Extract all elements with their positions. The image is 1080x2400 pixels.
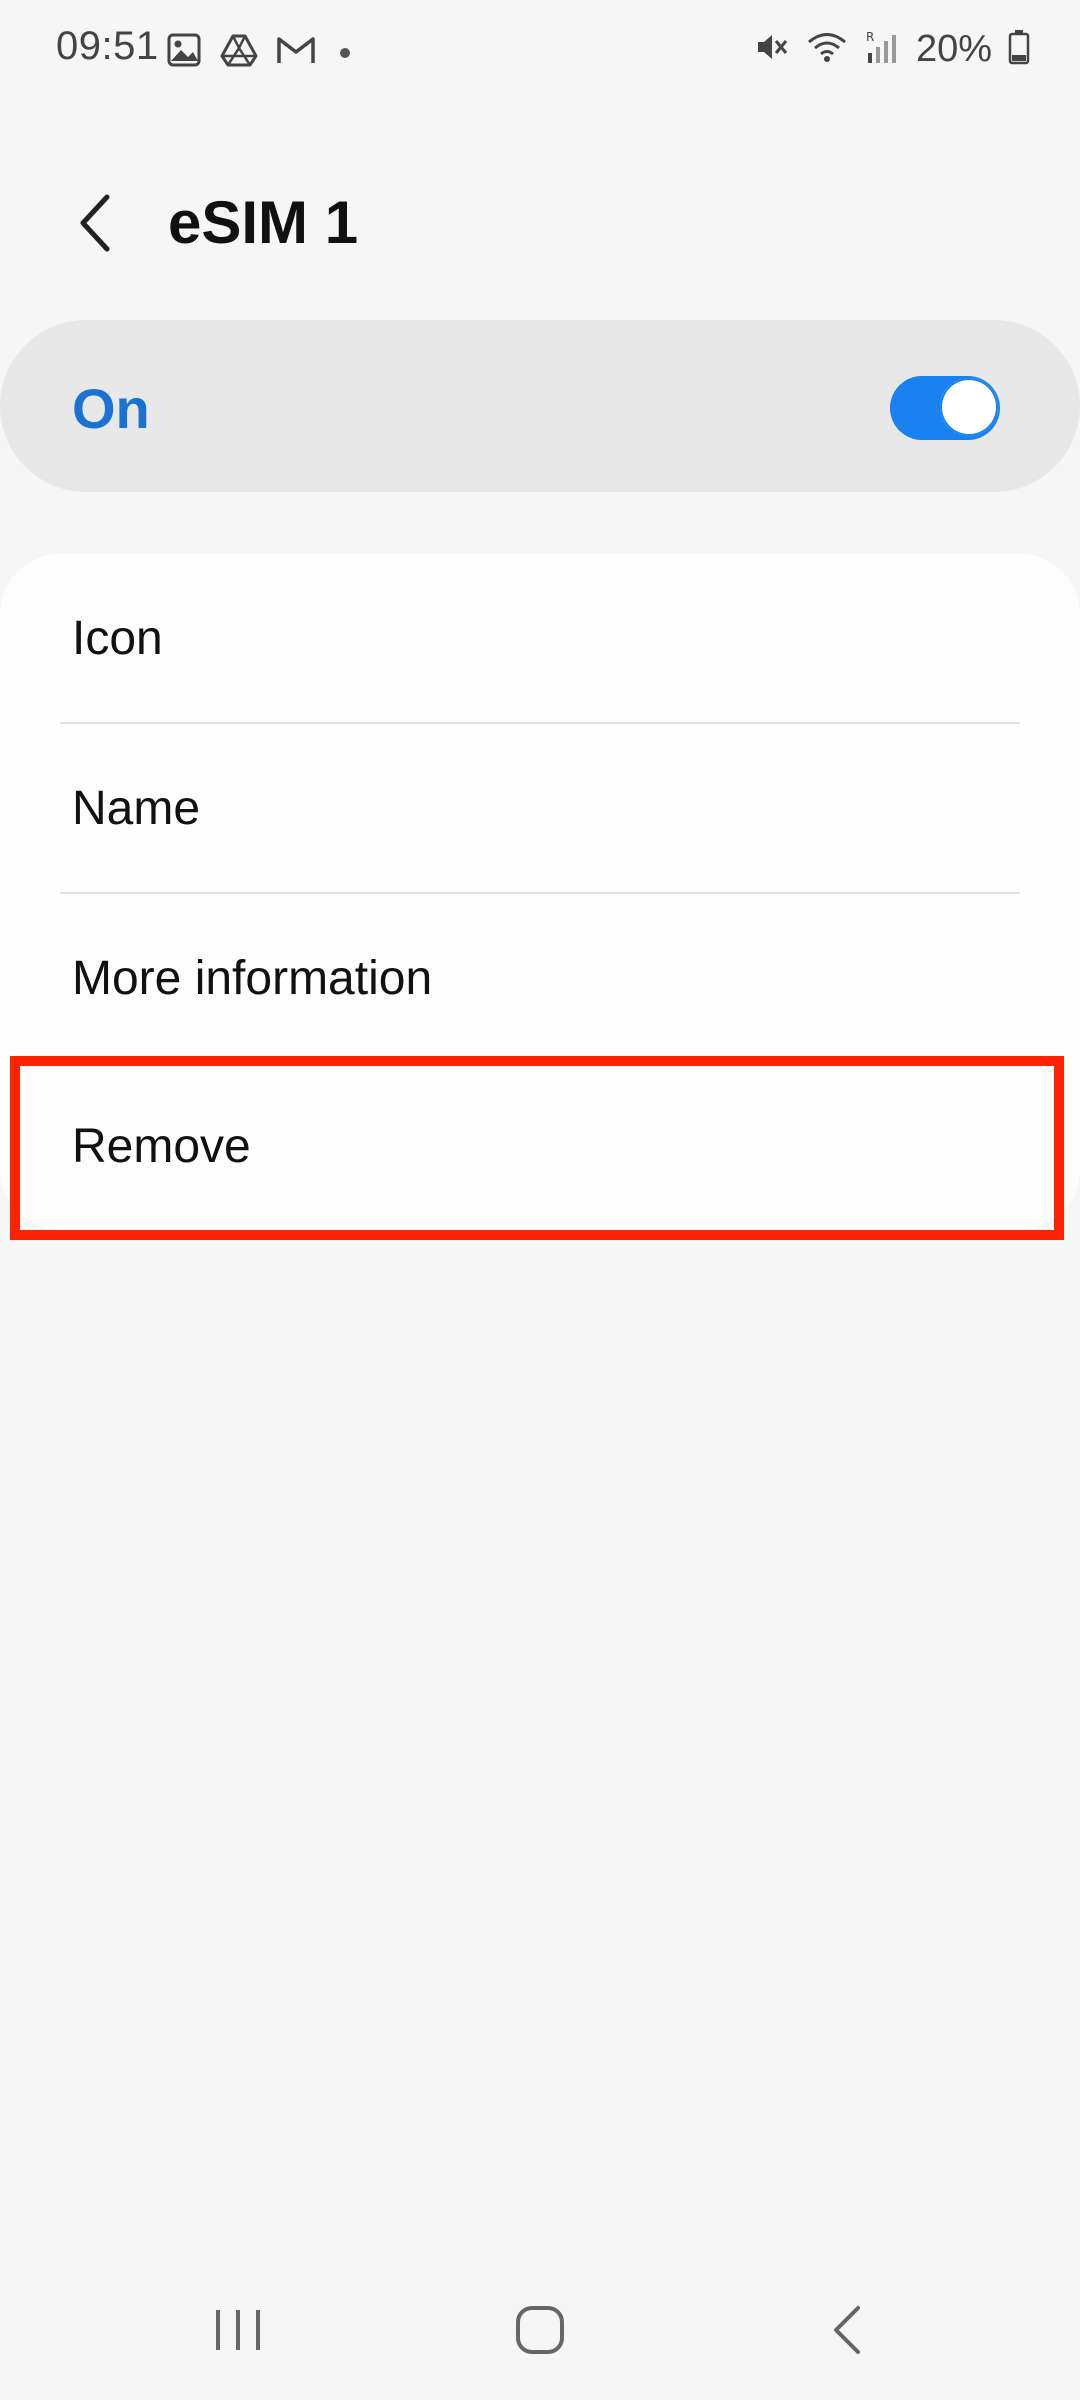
switch-knob — [940, 378, 998, 436]
notification-dot — [340, 47, 350, 58]
list-item-more-information[interactable]: More information — [0, 894, 1080, 1062]
list-item-remove[interactable]: Remove — [0, 1062, 1080, 1230]
battery-icon — [1008, 29, 1030, 70]
gallery-icon — [166, 32, 202, 73]
back-button[interactable] — [60, 190, 130, 260]
list-item-label: More information — [72, 951, 433, 1005]
status-bar: 09:51 R 20% — [0, 0, 1080, 100]
drive-icon — [220, 32, 258, 73]
back-arrow-icon — [75, 191, 115, 260]
esim-switch[interactable] — [890, 376, 1000, 440]
status-icons-right: R 20% — [754, 28, 1030, 71]
page-title: eSIM 1 — [168, 189, 359, 256]
gmail-icon — [276, 34, 316, 71]
list-item-icon[interactable]: Icon — [0, 554, 1080, 722]
header: eSIM 1 — [0, 170, 1080, 280]
signal-roaming-icon: R — [864, 29, 900, 70]
mute-icon — [754, 29, 790, 70]
status-icons-left — [166, 32, 350, 73]
toggle-label: On — [72, 377, 150, 440]
navigation-bar — [0, 2260, 1080, 2400]
esim-toggle-card[interactable]: On — [0, 320, 1080, 492]
back-icon[interactable] — [820, 2302, 876, 2363]
svg-text:R: R — [866, 30, 874, 44]
battery-percentage: 20% — [915, 28, 992, 70]
list-item-label: Remove — [72, 1119, 251, 1173]
settings-list: Icon Name More information Remove — [0, 554, 1080, 1230]
recents-icon[interactable] — [210, 2302, 266, 2363]
home-icon[interactable] — [508, 2302, 572, 2363]
list-item-label: Icon — [72, 611, 163, 665]
list-item-name[interactable]: Name — [0, 724, 1080, 892]
wifi-icon — [806, 29, 848, 70]
list-item-label: Name — [72, 781, 201, 835]
status-time: 09:51 — [56, 24, 159, 68]
